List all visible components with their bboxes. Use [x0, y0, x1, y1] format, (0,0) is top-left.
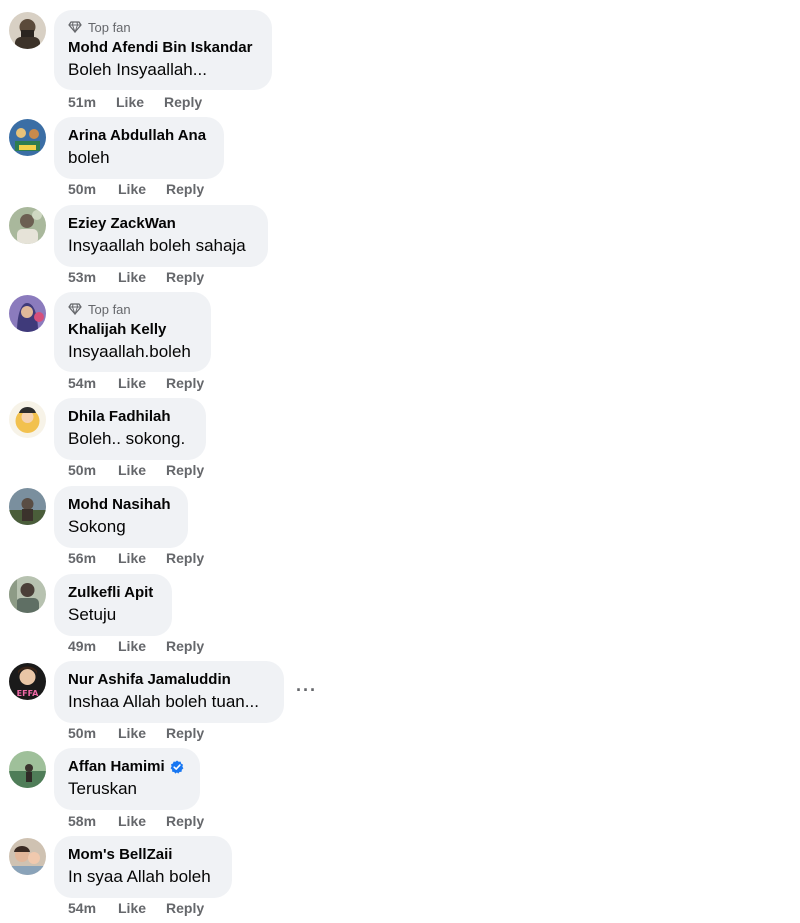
comment-bubble: Mohd Nasihah Sokong — [54, 486, 188, 548]
svg-text:EFFA: EFFA — [17, 689, 39, 698]
reply-button[interactable]: Reply — [166, 181, 204, 197]
avatar[interactable] — [9, 751, 46, 788]
author-name[interactable]: Eziey ZackWan — [68, 214, 254, 234]
comment-text: In syaa Allah boleh — [68, 867, 211, 886]
comment-actions: 50m Like Reply — [68, 181, 204, 197]
comment-text: boleh — [68, 148, 110, 167]
comment-text: Inshaa Allah boleh tuan... — [68, 692, 259, 711]
avatar[interactable]: EFFA — [9, 663, 46, 700]
author-name[interactable]: Khalijah Kelly — [68, 320, 197, 340]
like-button[interactable]: Like — [118, 269, 166, 285]
comment-actions: 50m Like Reply — [68, 725, 204, 741]
badge-label: Top fan — [88, 301, 131, 317]
comment-text: Boleh.. sokong. — [68, 429, 186, 448]
comment-text: Insyaallah boleh sahaja — [68, 236, 246, 255]
comment-actions: 56m Like Reply — [68, 550, 204, 566]
comment-bubble: Dhila Fadhilah Boleh.. sokong. — [54, 398, 206, 460]
author-name[interactable]: Dhila Fadhilah — [68, 407, 192, 427]
like-button[interactable]: Like — [118, 813, 166, 829]
comment-actions: 53m Like Reply — [68, 269, 204, 285]
verified-badge-icon — [170, 760, 184, 774]
comment-actions: 58m Like Reply — [68, 813, 204, 829]
comment-text: Insyaallah.boleh — [68, 342, 191, 361]
avatar[interactable] — [9, 401, 46, 438]
author-name[interactable]: Arina Abdullah Ana — [68, 126, 210, 146]
comment-bubble: Nur Ashifa Jamaluddin Inshaa Allah boleh… — [54, 661, 284, 723]
comment-timestamp[interactable]: 53m — [68, 269, 118, 285]
comment-timestamp[interactable]: 58m — [68, 813, 118, 829]
author-name[interactable]: Affan Hamimi — [68, 757, 186, 777]
avatar[interactable] — [9, 838, 46, 875]
comment-text: Setuju — [68, 605, 117, 624]
comment-bubble: Top fan Khalijah Kelly Insyaallah.boleh — [54, 292, 211, 372]
comment-bubble: Eziey ZackWan Insyaallah boleh sahaja — [54, 205, 268, 267]
top-fan-badge: Top fan — [68, 19, 258, 35]
comment-timestamp[interactable]: 54m — [68, 900, 118, 916]
comment-timestamp[interactable]: 49m — [68, 638, 118, 654]
comment-actions: 51m Like Reply — [68, 94, 202, 110]
avatar[interactable] — [9, 488, 46, 525]
like-button[interactable]: Like — [118, 550, 166, 566]
comment-timestamp[interactable]: 50m — [68, 725, 118, 741]
like-button[interactable]: Like — [118, 725, 166, 741]
comment-actions: 54m Like Reply — [68, 375, 204, 391]
author-name[interactable]: Nur Ashifa Jamaluddin — [68, 670, 270, 690]
reply-button[interactable]: Reply — [166, 900, 204, 916]
reply-button[interactable]: Reply — [166, 550, 204, 566]
badge-label: Top fan — [88, 19, 131, 35]
comment-bubble: Zulkefli Apit Setuju — [54, 574, 172, 636]
comment-bubble: Mom's BellZaii In syaa Allah boleh — [54, 836, 232, 898]
like-button[interactable]: Like — [118, 181, 166, 197]
reply-button[interactable]: Reply — [166, 269, 204, 285]
reply-button[interactable]: Reply — [164, 94, 202, 110]
comment-actions: 49m Like Reply — [68, 638, 204, 654]
comment-timestamp[interactable]: 50m — [68, 181, 118, 197]
like-button[interactable]: Like — [118, 638, 166, 654]
reply-button[interactable]: Reply — [166, 462, 204, 478]
like-button[interactable]: Like — [118, 375, 166, 391]
comment-text: Teruskan — [68, 779, 137, 798]
comment-text: Boleh Insyaallah... — [68, 60, 207, 79]
top-fan-badge: Top fan — [68, 301, 197, 317]
avatar[interactable] — [9, 207, 46, 244]
reply-button[interactable]: Reply — [166, 375, 204, 391]
reply-button[interactable]: Reply — [166, 638, 204, 654]
avatar[interactable] — [9, 12, 46, 49]
comment-timestamp[interactable]: 54m — [68, 375, 118, 391]
diamond-icon — [68, 21, 82, 33]
comment-timestamp[interactable]: 50m — [68, 462, 118, 478]
avatar[interactable] — [9, 576, 46, 613]
comment-bubble: Top fan Mohd Afendi Bin Iskandar Boleh I… — [54, 10, 272, 90]
author-name[interactable]: Mohd Afendi Bin Iskandar — [68, 38, 258, 58]
comment-bubble: Affan Hamimi Teruskan — [54, 748, 200, 810]
diamond-icon — [68, 303, 82, 315]
author-name-text[interactable]: Affan Hamimi — [68, 757, 165, 777]
like-button[interactable]: Like — [118, 462, 166, 478]
author-name[interactable]: Mom's BellZaii — [68, 845, 218, 865]
like-button[interactable]: Like — [116, 94, 164, 110]
author-name[interactable]: Zulkefli Apit — [68, 583, 158, 603]
comment-actions: 54m Like Reply — [68, 900, 204, 916]
reply-button[interactable]: Reply — [166, 813, 204, 829]
comment-text: Sokong — [68, 517, 126, 536]
author-name[interactable]: Mohd Nasihah — [68, 495, 174, 515]
comment-actions: 50m Like Reply — [68, 462, 204, 478]
comment-timestamp[interactable]: 51m — [68, 94, 116, 110]
avatar[interactable] — [9, 295, 46, 332]
avatar[interactable] — [9, 119, 46, 156]
like-button[interactable]: Like — [118, 900, 166, 916]
comment-timestamp[interactable]: 56m — [68, 550, 118, 566]
more-options-icon[interactable]: ··· — [296, 680, 317, 701]
reply-button[interactable]: Reply — [166, 725, 204, 741]
comment-bubble: Arina Abdullah Ana boleh — [54, 117, 224, 179]
